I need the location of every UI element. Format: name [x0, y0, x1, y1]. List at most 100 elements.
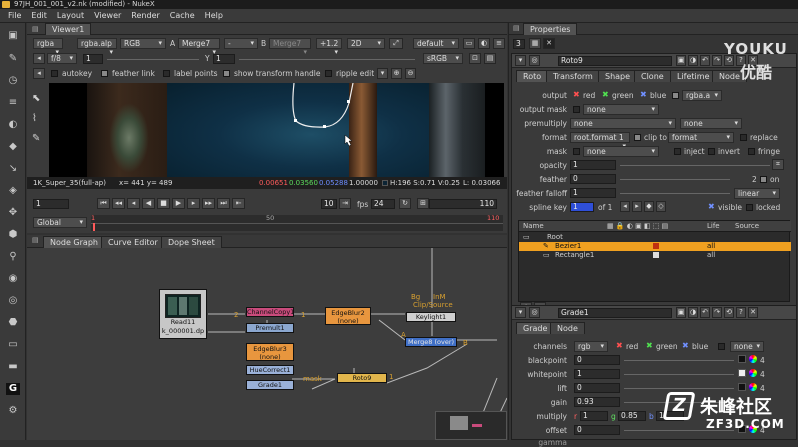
clear-panels-icon[interactable]: ✕ — [543, 38, 555, 49]
tab-shape[interactable]: Shape — [598, 70, 638, 82]
draw-tool-icon[interactable]: ✎ — [6, 53, 20, 65]
grade-name-input[interactable]: Grade1 — [558, 308, 672, 318]
grade-undo-icon[interactable]: ↶ — [700, 307, 710, 318]
output-mask-dropdown[interactable]: none — [583, 104, 659, 115]
stop-icon[interactable]: ■ — [157, 198, 170, 209]
play-back-icon[interactable]: ◀ — [142, 198, 155, 209]
tab-grade[interactable]: Grade — [516, 322, 555, 334]
menu-edit[interactable]: Edit — [31, 11, 47, 20]
node-read11[interactable]: Read11 k_000001.dp — [159, 289, 207, 339]
color-tool-icon[interactable]: ◐ — [6, 119, 20, 131]
lift-input[interactable]: 0 — [574, 383, 620, 393]
opacity-input[interactable]: 1 — [570, 160, 616, 170]
spline-del-icon[interactable]: ◇ — [656, 201, 666, 212]
blackpoint-input[interactable]: 0 — [574, 355, 620, 365]
menu-file[interactable]: File — [8, 11, 21, 20]
timeline-bar[interactable]: 1 50 110 — [91, 214, 503, 231]
colorspace-dropdown[interactable]: sRGB — [423, 53, 463, 64]
feather-input[interactable]: 0 — [570, 174, 616, 184]
whitepoint-input[interactable]: 1 — [574, 369, 620, 379]
grade-view-icon[interactable]: ◑ — [688, 307, 698, 318]
play-icon[interactable]: ▶ — [172, 198, 185, 209]
multiply-g-input[interactable]: 0.85 — [618, 411, 646, 421]
opacity-anim-icon[interactable]: ⌗ — [772, 159, 784, 170]
label-points-checkbox[interactable] — [163, 70, 170, 77]
viewer-settings-icon[interactable]: ≡ — [493, 38, 505, 49]
opacity-slider[interactable] — [620, 165, 770, 166]
blackpoint-slider[interactable] — [624, 360, 734, 361]
show-transform-handle-checkbox[interactable] — [223, 70, 230, 77]
node-channelcopy1[interactable]: ChannelCopy1 — [246, 307, 294, 317]
furnace-tool-icon[interactable]: ▬ — [6, 361, 20, 373]
last-frame-icon[interactable]: ⏭ — [217, 198, 230, 209]
feather-falloff-input[interactable]: 1 — [570, 188, 616, 198]
channels-dropdown[interactable]: rgba — [33, 38, 63, 49]
image-tool-icon[interactable]: ▣ — [6, 30, 20, 42]
node-edgeblur2[interactable]: EdgeBlur2 (none) — [325, 307, 371, 325]
tab-clone[interactable]: Clone — [634, 70, 671, 82]
ch-alpha-checkbox[interactable] — [718, 343, 725, 350]
feather-link-checkbox[interactable] — [101, 70, 108, 77]
mask-checkbox[interactable] — [573, 148, 580, 155]
grade-redo-icon[interactable]: ↷ — [712, 307, 722, 318]
tab-curve-editor[interactable]: Curve Editor — [101, 236, 165, 248]
tab-dope-sheet[interactable]: Dope Sheet — [161, 236, 222, 248]
time-tool-icon[interactable]: ◷ — [6, 75, 20, 87]
lift-wheel-icon[interactable] — [749, 383, 757, 391]
roto-bezier-shape[interactable] — [49, 83, 504, 177]
ripple-sub-icon[interactable]: ⊖ — [405, 68, 416, 79]
transform-tool-icon[interactable]: ✥ — [6, 207, 20, 219]
spline-prev-icon[interactable]: ◂ — [620, 201, 630, 212]
grade-center-icon[interactable]: ◎ — [529, 307, 540, 318]
layer-row-root[interactable]: ▭ Root — [519, 233, 791, 242]
filter-tool-icon[interactable]: ◆ — [6, 141, 20, 153]
feather-slider[interactable] — [620, 179, 730, 180]
ch-alpha-dropdown[interactable]: none — [730, 341, 764, 352]
next-frame-icon[interactable]: ▸ — [187, 198, 200, 209]
props-panel-menu-icon[interactable]: ▤ — [513, 24, 520, 32]
fps-input[interactable]: 24 — [371, 199, 395, 209]
whitepoint-slider[interactable] — [624, 374, 734, 375]
keyer-tool-icon[interactable]: ↘ — [6, 163, 20, 175]
output-mask-checkbox[interactable] — [573, 106, 580, 113]
lock-icon[interactable]: ⊡ — [469, 53, 481, 64]
3d-tool-icon[interactable]: ⬢ — [6, 229, 20, 241]
tab-node-graph[interactable]: Node Graph — [43, 236, 105, 248]
clip-icon[interactable]: ▤ — [484, 53, 496, 64]
feather-on-checkbox[interactable] — [760, 176, 767, 183]
fringe-checkbox[interactable] — [748, 148, 755, 155]
replace-checkbox[interactable] — [740, 134, 747, 141]
toolsets-tool-icon[interactable]: ⬣ — [6, 317, 20, 329]
tab-viewer1[interactable]: Viewer1 — [45, 23, 92, 35]
node-huecorrect1[interactable]: HueCorrect1 — [246, 365, 294, 375]
prev-frame-icon[interactable]: ◂ — [127, 198, 140, 209]
grade-close-icon[interactable]: ✕ — [748, 307, 758, 318]
roto-toolbar-arrow-icon[interactable]: ◂ — [33, 68, 45, 79]
channel-tool-icon[interactable]: ≡ — [6, 97, 20, 109]
premultiply-alpha-dropdown[interactable]: none — [680, 118, 742, 129]
exposure-input[interactable]: 1 — [83, 54, 103, 64]
monitor-icon[interactable]: ▭ — [463, 38, 475, 49]
menu-render[interactable]: Render — [131, 11, 159, 20]
roto-redo-icon[interactable]: ↷ — [712, 55, 722, 66]
ab-mode-dropdown[interactable]: - — [224, 38, 258, 49]
blackpoint-swatch[interactable] — [738, 355, 746, 363]
roto-color-icon[interactable]: ▣ — [676, 55, 686, 66]
autokey-checkbox[interactable] — [51, 70, 58, 77]
a-input-dropdown[interactable]: Merge7 — [178, 38, 220, 49]
frame-end-input[interactable]: 110 — [429, 199, 497, 209]
ripple-edit-checkbox[interactable] — [325, 70, 332, 77]
node-roto9[interactable]: Roto9 — [337, 373, 387, 383]
grade-revert-icon[interactable]: ⟲ — [724, 307, 734, 318]
grade-help-icon[interactable]: ? — [736, 307, 746, 318]
select-tool-icon[interactable]: ⬉ — [32, 93, 40, 104]
lut-dropdown[interactable]: default — [413, 38, 459, 49]
tab-lifetime[interactable]: Lifetime — [670, 70, 717, 82]
clip-to-dropdown[interactable]: format — [668, 132, 734, 143]
grade-color-icon[interactable]: ▣ — [676, 307, 686, 318]
skip-back-icon[interactable]: ⇤ — [232, 198, 245, 209]
gamma-input[interactable]: 1 — [213, 54, 235, 64]
rectangle-color-swatch[interactable] — [653, 252, 659, 258]
settings-tool-icon[interactable]: ⚙ — [6, 405, 20, 417]
points-tool-icon[interactable]: ⌇ — [32, 113, 37, 124]
